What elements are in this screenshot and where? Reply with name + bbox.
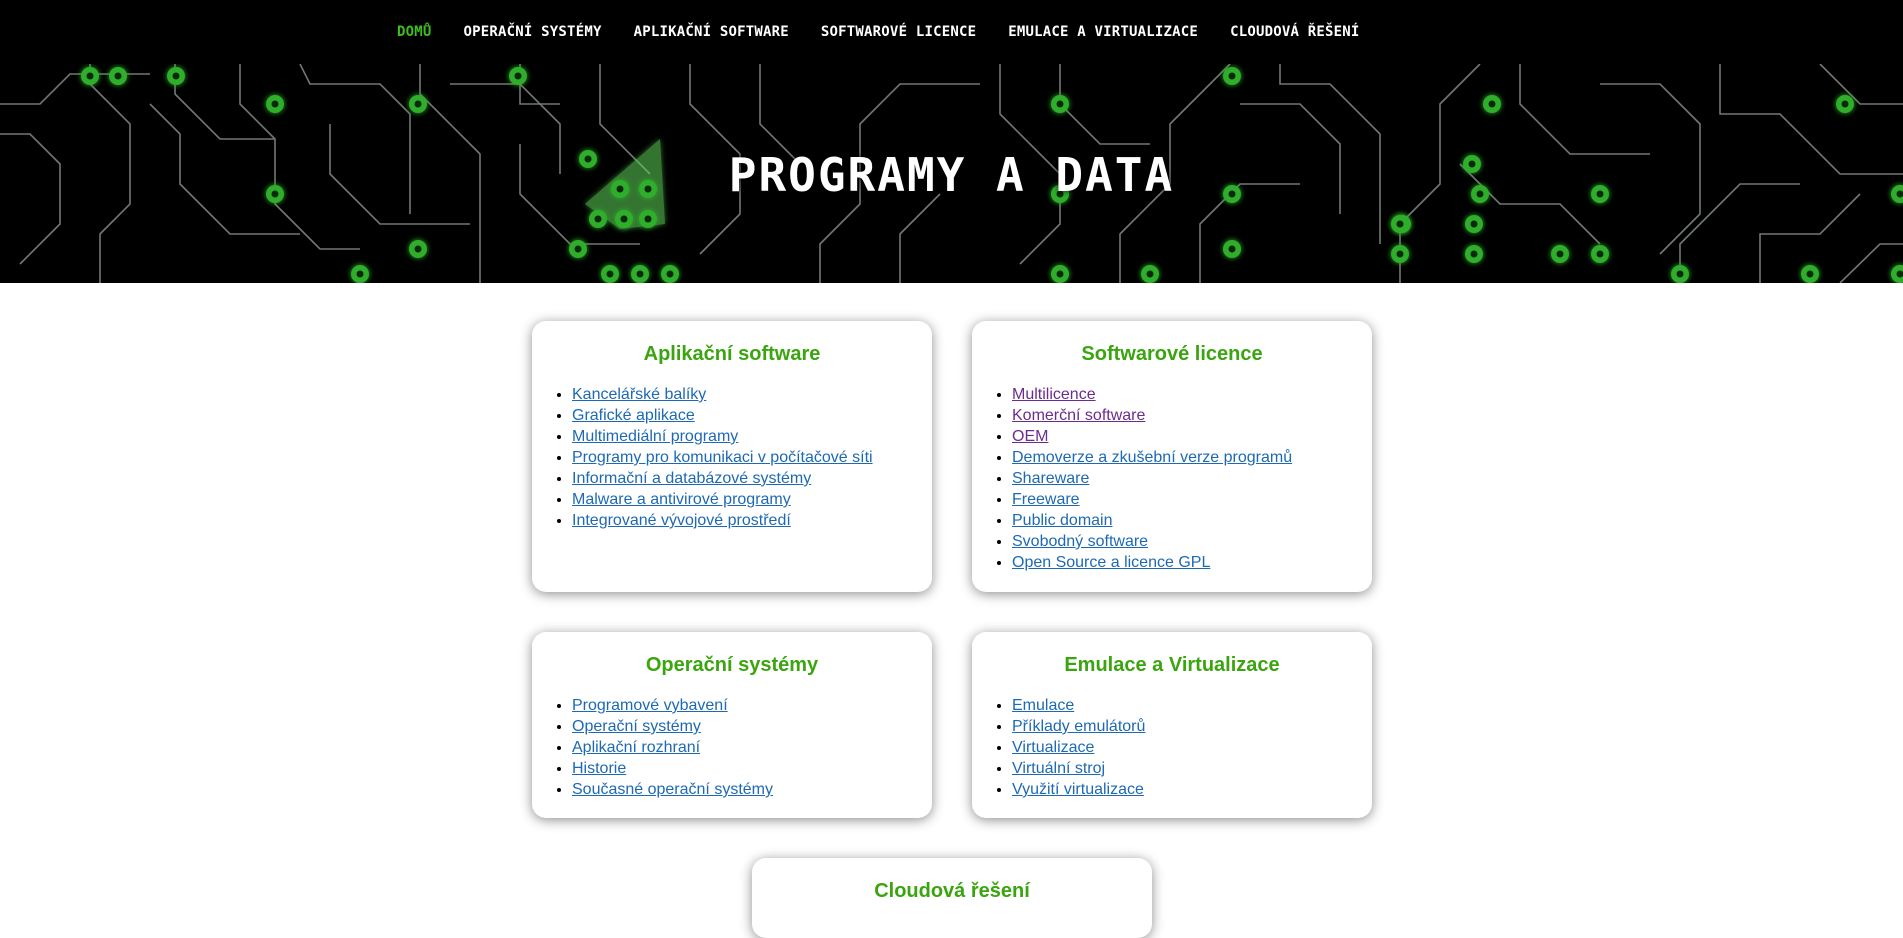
link-list: Programové vybavení Operační systémy Apl…	[532, 695, 932, 800]
card-title: Cloudová řešení	[752, 880, 1152, 903]
card-operacni-systemy: Operační systémy Programové vybavení Ope…	[532, 632, 932, 818]
list-item: Multimediální programy	[572, 426, 932, 447]
list-item: Emulace	[1012, 695, 1372, 716]
link-multilicence[interactable]: Multilicence	[1012, 386, 1096, 403]
top-navigation: DOMŮ OPERAČNÍ SYSTÉMY APLIKAČNÍ SOFTWARE…	[0, 0, 1903, 64]
page-title: PROGRAMY A DATA	[0, 148, 1903, 202]
list-item: Shareware	[1012, 468, 1372, 489]
link-public-domain[interactable]: Public domain	[1012, 512, 1113, 529]
link-shareware[interactable]: Shareware	[1012, 470, 1089, 487]
nav-link-emulace-virtualizace[interactable]: EMULACE A VIRTUALIZACE	[1008, 24, 1198, 40]
link-programove-vybaveni[interactable]: Programové vybavení	[572, 697, 728, 714]
list-item: Kancelářské balíky	[572, 384, 932, 405]
list-item: Programové vybavení	[572, 695, 932, 716]
list-item: Virtuální stroj	[1012, 758, 1372, 779]
nav-link-aplikacni-software[interactable]: APLIKAČNÍ SOFTWARE	[634, 24, 789, 40]
link-kancelarske-baliky[interactable]: Kancelářské balíky	[572, 386, 706, 403]
list-item: OEM	[1012, 426, 1372, 447]
list-item: Komerční software	[1012, 405, 1372, 426]
nav-link-softwarove-licence[interactable]: SOFTWAROVÉ LICENCE	[821, 24, 976, 40]
link-open-source-gpl[interactable]: Open Source a licence GPL	[1012, 554, 1210, 571]
link-operacni-systemy[interactable]: Operační systémy	[572, 718, 701, 735]
hero-banner: PROGRAMY A DATA	[0, 64, 1903, 283]
list-item: Grafické aplikace	[572, 405, 932, 426]
list-item: Integrované vývojové prostředí	[572, 510, 932, 531]
link-programy-komunikace[interactable]: Programy pro komunikaci v počítačové sít…	[572, 449, 873, 466]
link-integrovane-vyvojove[interactable]: Integrované vývojové prostředí	[572, 512, 791, 529]
card-title: Softwarové licence	[972, 343, 1372, 366]
nav-link-cloudova-reseni[interactable]: CLOUDOVÁ ŘEŠENÍ	[1230, 24, 1359, 40]
card-emulace-virtualizace: Emulace a Virtualizace Emulace Příklady …	[972, 632, 1372, 818]
list-item: Multilicence	[1012, 384, 1372, 405]
link-soucasne-os[interactable]: Současné operační systémy	[572, 781, 773, 798]
list-item: Historie	[572, 758, 932, 779]
link-komercni-software[interactable]: Komerční software	[1012, 407, 1145, 424]
card-title: Operační systémy	[532, 654, 932, 677]
link-demoverze[interactable]: Demoverze a zkušební verze programů	[1012, 449, 1292, 466]
link-virtualni-stroj[interactable]: Virtuální stroj	[1012, 760, 1105, 777]
list-item: Využití virtualizace	[1012, 779, 1372, 800]
list-item: Aplikační rozhraní	[572, 737, 932, 758]
link-malware-antivirove[interactable]: Malware a antivirové programy	[572, 491, 791, 508]
nav-link-domu[interactable]: DOMŮ	[397, 24, 432, 40]
link-vyuziti-virtualizace[interactable]: Využití virtualizace	[1012, 781, 1144, 798]
card-aplikacni-software: Aplikační software Kancelářské balíky Gr…	[532, 321, 932, 592]
link-historie[interactable]: Historie	[572, 760, 626, 777]
list-item: Současné operační systémy	[572, 779, 932, 800]
link-oem[interactable]: OEM	[1012, 428, 1048, 445]
list-item: Příklady emulátorů	[1012, 716, 1372, 737]
list-item: Virtualizace	[1012, 737, 1372, 758]
link-priklady-emulatoru[interactable]: Příklady emulátorů	[1012, 718, 1145, 735]
link-list: Multilicence Komerční software OEM Demov…	[972, 384, 1372, 573]
link-virtualizace[interactable]: Virtualizace	[1012, 739, 1094, 756]
link-aplikacni-rozhrani[interactable]: Aplikační rozhraní	[572, 739, 700, 756]
card-title: Aplikační software	[532, 343, 932, 366]
card-cloudova-reseni: Cloudová řešení	[752, 858, 1152, 938]
link-list: Kancelářské balíky Grafické aplikace Mul…	[532, 384, 932, 531]
nav-link-operacni-systemy[interactable]: OPERAČNÍ SYSTÉMY	[464, 24, 602, 40]
link-informacni-databazove[interactable]: Informační a databázové systémy	[572, 470, 811, 487]
link-graficke-aplikace[interactable]: Grafické aplikace	[572, 407, 695, 424]
list-item: Operační systémy	[572, 716, 932, 737]
link-svobodny-software[interactable]: Svobodný software	[1012, 533, 1148, 550]
list-item: Open Source a licence GPL	[1012, 552, 1372, 573]
list-item: Informační a databázové systémy	[572, 468, 932, 489]
list-item: Demoverze a zkušební verze programů	[1012, 447, 1372, 468]
card-title: Emulace a Virtualizace	[972, 654, 1372, 677]
link-multimedialni-programy[interactable]: Multimediální programy	[572, 428, 738, 445]
link-list: Emulace Příklady emulátorů Virtualizace …	[972, 695, 1372, 800]
list-item: Public domain	[1012, 510, 1372, 531]
link-freeware[interactable]: Freeware	[1012, 491, 1080, 508]
list-item: Freeware	[1012, 489, 1372, 510]
list-item: Malware a antivirové programy	[572, 489, 932, 510]
card-softwarove-licence: Softwarové licence Multilicence Komerční…	[972, 321, 1372, 592]
link-emulace[interactable]: Emulace	[1012, 697, 1074, 714]
list-item: Svobodný software	[1012, 531, 1372, 552]
list-item: Programy pro komunikaci v počítačové sít…	[572, 447, 932, 468]
